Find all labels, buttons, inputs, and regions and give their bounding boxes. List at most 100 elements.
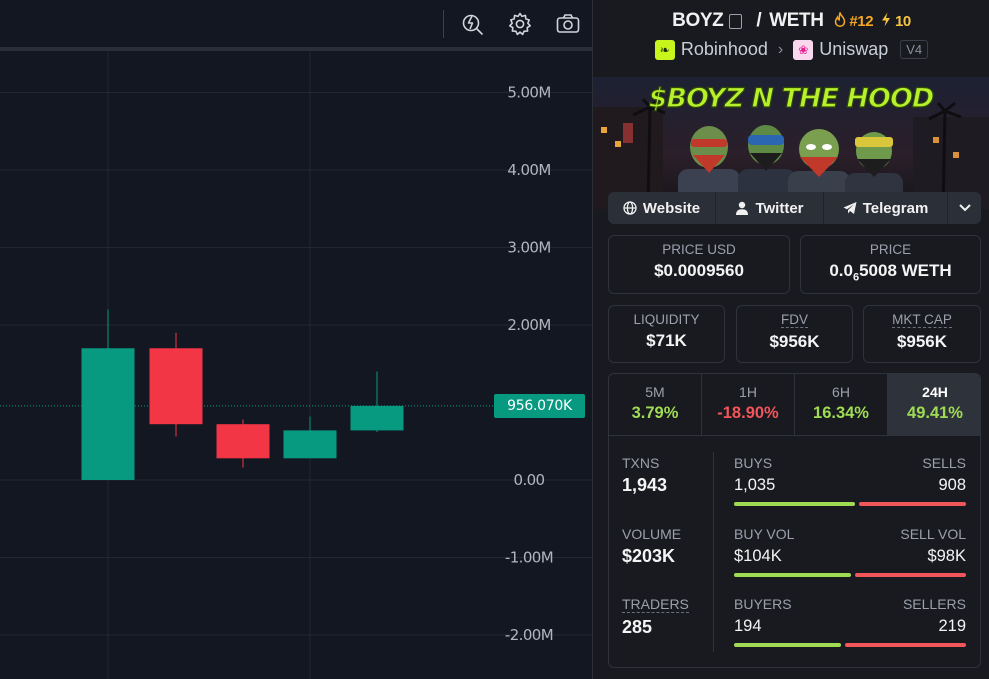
market-cap-box: MKT CAP $956K — [863, 305, 981, 363]
buys-bar-fill — [734, 502, 855, 506]
txns-value: 1,943 — [622, 475, 668, 495]
boost-value: 10 — [894, 13, 911, 30]
buys-label: BUYS — [734, 455, 773, 471]
tab-1h-label: 1H — [739, 384, 757, 400]
buy-vol-label: BUY VOL — [734, 526, 795, 542]
settings-gear-icon[interactable] — [505, 9, 535, 39]
chevron-right-icon: › — [777, 40, 784, 58]
txns-stat: TXNS 1,943 — [622, 455, 667, 496]
price-native-value: 0.065008 WETH — [801, 261, 980, 283]
lightning-icon — [882, 12, 891, 27]
fdv-box: FDV $956K — [736, 305, 853, 363]
current-price-label: 956.070K — [494, 393, 585, 418]
buyers-label: BUYERS — [734, 596, 792, 612]
token-banner-image: $BOYZ N THE HOOD — [593, 77, 989, 209]
price-axis-label: -2.00M — [505, 626, 553, 644]
copy-icon[interactable] — [729, 13, 743, 29]
txns-label: TXNS — [622, 455, 660, 471]
price-usd-box: PRICE USD $0.0009560 — [608, 235, 790, 294]
toolbar-separator — [443, 10, 444, 38]
price-native-box: PRICE 0.065008 WETH — [800, 235, 981, 294]
rank-value: #12 — [849, 13, 874, 30]
chain-breadcrumb: ❧ Robinhood › ❀ Uniswap V4 — [593, 39, 989, 60]
tab-6h[interactable]: 6H 16.34% — [795, 374, 888, 436]
price-axis-label: 5.00M — [507, 84, 550, 102]
chart-toolbar — [0, 0, 592, 47]
base-token-symbol: BOYZ — [672, 10, 724, 31]
price-native-label: PRICE — [869, 242, 912, 257]
buy-vol-value: $104K — [734, 547, 782, 565]
candle-body[interactable] — [283, 430, 337, 459]
chart-pane[interactable]: 5.00M 4.00M 3.00M 2.00M 0.00 -1.00M -2.00M 956… — [0, 0, 592, 679]
dex-name[interactable]: Uniswap — [819, 39, 888, 60]
stats-divider — [713, 452, 714, 652]
price-axis-label: 0.00 — [514, 471, 545, 489]
more-links-button[interactable] — [948, 192, 981, 224]
liquidity-value: $71K — [646, 331, 687, 350]
timeframe-tabs: 5M 3.79% 1H -18.90% 6H 16.34% 24H 49.41% — [609, 374, 980, 436]
pair-info-pane: BOYZ / WETH #12 10 ❧ Robinhood › ❀ Unisw… — [592, 0, 989, 679]
buyers-sellers-bar — [734, 643, 966, 647]
price-axis-label: 3.00M — [507, 239, 550, 257]
tab-6h-label: 6H — [832, 384, 850, 400]
screenshot-camera-icon[interactable] — [553, 9, 583, 39]
volume-label: VOLUME — [622, 526, 682, 542]
candlestick-chart[interactable]: 5.00M 4.00M 3.00M 2.00M 0.00 -1.00M -2.00M — [0, 51, 592, 679]
buys-sells-stat: BUYS SELLS 1,035 908 — [734, 455, 966, 506]
buyers-value: 194 — [734, 617, 762, 635]
tab-5m[interactable]: 5M 3.79% — [609, 374, 702, 436]
trending-rank[interactable]: #12 — [834, 10, 874, 30]
liquidity-box: LIQUIDITY $71K — [608, 305, 725, 363]
sells-label: SELLS — [922, 455, 966, 471]
telegram-button[interactable]: Telegram — [824, 192, 948, 224]
traders-value: 285 — [622, 617, 653, 637]
chevron-down-icon — [958, 204, 971, 212]
sellers-label: SELLERS — [902, 596, 966, 612]
volume-stat: VOLUME $203K — [622, 526, 681, 567]
sell-vol-value: $98K — [927, 547, 966, 565]
tab-24h-change: 49.41% — [907, 404, 963, 422]
robinhood-logo-icon: ❧ — [654, 39, 675, 60]
traders-label[interactable]: TRADERS — [622, 597, 689, 613]
price-native-digits: 5008 WETH — [859, 261, 952, 280]
tab-1h-change: -18.90% — [717, 404, 779, 422]
candle-body[interactable] — [81, 348, 135, 480]
price-native-prefix: 0.0 — [829, 261, 853, 280]
social-links-bar: Website Twitter Telegram — [608, 192, 981, 224]
website-button[interactable]: Website — [608, 192, 716, 224]
uniswap-logo-icon: ❀ — [793, 39, 814, 60]
candle-body[interactable] — [350, 405, 404, 431]
website-label: Website — [642, 199, 701, 217]
pair-separator: / — [756, 10, 762, 31]
price-axis-label: 4.00M — [507, 161, 550, 179]
fdv-label[interactable]: FDV — [781, 312, 808, 328]
buy-vol-bar-fill — [734, 573, 852, 577]
candle-body[interactable] — [216, 424, 270, 459]
sell-vol-bar-fill — [855, 573, 966, 577]
globe-icon — [623, 201, 637, 215]
indicator-magic-icon[interactable] — [458, 9, 488, 39]
market-cap-label[interactable]: MKT CAP — [892, 312, 952, 328]
liquidity-label: LIQUIDITY — [633, 312, 700, 327]
buy-sell-volume-bar — [734, 573, 966, 577]
tab-5m-change: 3.79% — [631, 404, 679, 422]
tab-1h[interactable]: 1H -18.90% — [702, 374, 795, 436]
price-axis-label: -1.00M — [505, 549, 553, 567]
volume-value: $203K — [622, 546, 676, 566]
twitter-label: Twitter — [755, 199, 804, 217]
buyers-bar-fill — [734, 643, 842, 647]
tab-24h[interactable]: 24H 49.41% — [888, 374, 980, 436]
candle-body[interactable] — [149, 348, 203, 425]
sells-value: 908 — [938, 476, 966, 494]
twitter-button[interactable]: Twitter — [716, 192, 824, 224]
dex-version-badge: V4 — [900, 40, 929, 59]
tab-5m-label: 5M — [645, 384, 665, 400]
chain-name[interactable]: Robinhood — [681, 39, 768, 60]
sell-vol-label: SELL VOL — [900, 526, 966, 542]
price-axis-label: 2.00M — [507, 316, 550, 334]
pair-header: BOYZ / WETH #12 10 — [593, 10, 989, 32]
buys-value: 1,035 — [734, 476, 776, 494]
boost-count[interactable]: 10 — [881, 12, 911, 30]
sellers-value: 219 — [938, 617, 966, 635]
tab-24h-label: 24H — [922, 384, 948, 400]
